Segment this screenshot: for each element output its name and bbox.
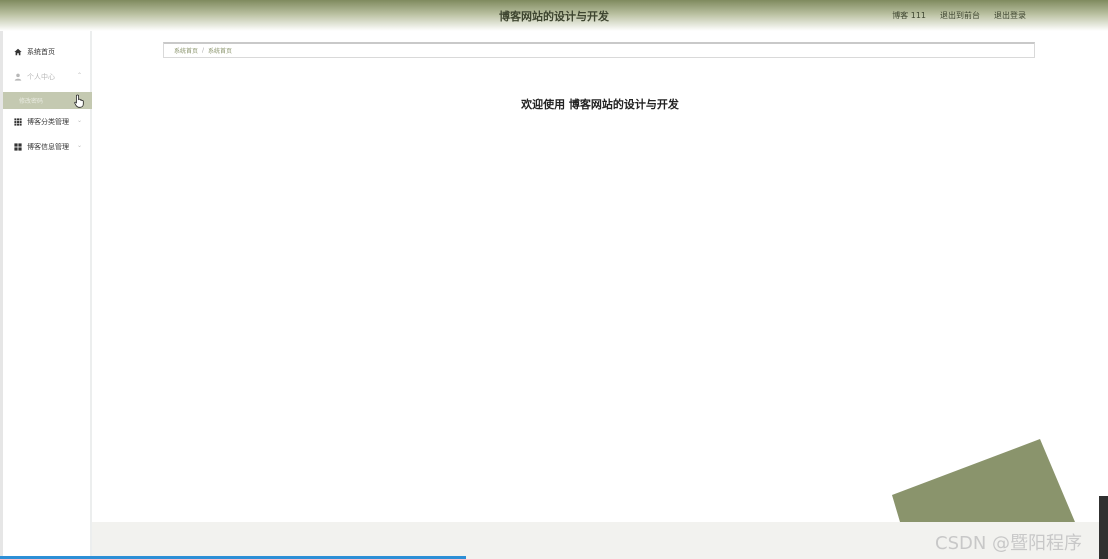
logout-link[interactable]: 退出登录 (994, 10, 1026, 21)
sidebar-item-personal-center[interactable]: 个人中心 ⌃ (3, 67, 92, 87)
hand-cursor-icon (74, 94, 84, 108)
sidebar: 系统首页 个人中心 ⌃ 修改密码 博客分类管理 ⌄ 博客信息管理 ⌄ (3, 31, 92, 559)
chevron-down-icon: ⌄ (77, 117, 83, 124)
chevron-down-icon: ⌄ (77, 142, 83, 149)
decorative-shape (892, 439, 1075, 522)
breadcrumb: 系统首页 / 系统首页 (163, 42, 1035, 58)
breadcrumb-separator: / (202, 47, 205, 54)
sidebar-item-blog-info[interactable]: 博客信息管理 ⌄ (3, 137, 92, 157)
sidebar-item-label: 博客信息管理 (27, 143, 69, 151)
home-icon (13, 48, 22, 57)
sidebar-item-blog-category[interactable]: 博客分类管理 ⌄ (3, 112, 92, 132)
back-to-frontend-link[interactable]: 退出到前台 (940, 10, 980, 21)
chevron-up-icon: ⌃ (77, 72, 83, 79)
sidebar-item-label: 个人中心 (27, 73, 55, 81)
sidebar-item-home[interactable]: 系统首页 (3, 42, 92, 62)
sidebar-item-label: 博客分类管理 (27, 118, 69, 126)
watermark-text: CSDN @暨阳程序 (935, 533, 1083, 554)
top-header: 博客网站的设计与开发 博客 111 退出到前台 退出登录 (0, 0, 1108, 31)
grid-icon (13, 118, 22, 127)
user-icon (13, 73, 22, 82)
right-edge-dark (1099, 496, 1108, 559)
breadcrumb-root-link[interactable]: 系统首页 (174, 46, 198, 55)
app-window: 博客网站的设计与开发 博客 111 退出到前台 退出登录 系统首页 个人中心 ⌃… (0, 0, 1108, 559)
current-user-label: 博客 111 (892, 11, 926, 20)
apps-icon (13, 143, 22, 152)
welcome-message: 欢迎使用 博客网站的设计与开发 (521, 98, 679, 111)
header-actions: 博客 111 退出到前台 退出登录 (892, 10, 1026, 21)
sidebar-item-label: 系统首页 (27, 48, 55, 56)
breadcrumb-current: 系统首页 (208, 48, 233, 55)
